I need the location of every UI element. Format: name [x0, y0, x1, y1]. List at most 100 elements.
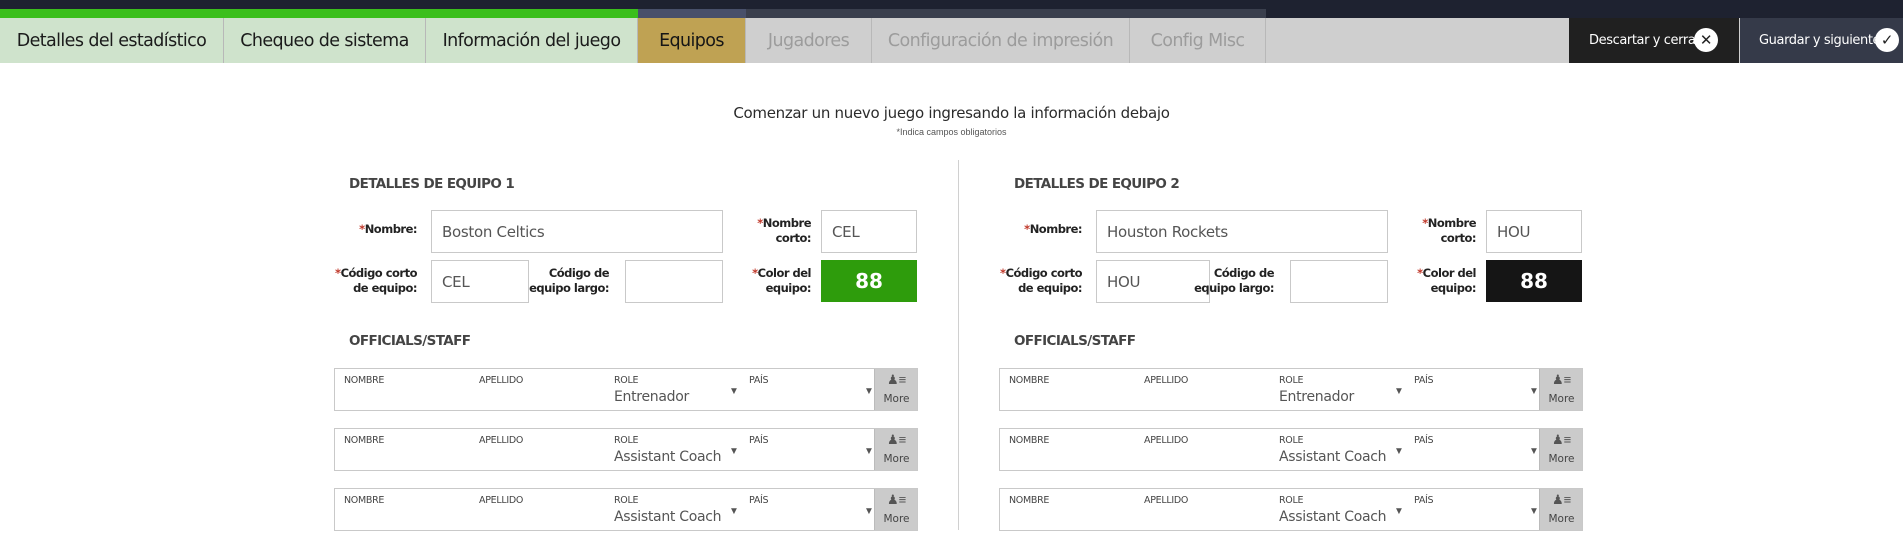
more-button[interactable]: ♟≡ More	[1539, 489, 1582, 530]
country-select[interactable]	[1414, 449, 1514, 467]
role-select[interactable]: Assistant Coach	[1279, 449, 1387, 465]
more-button[interactable]: ♟≡ More	[874, 369, 917, 410]
team-1-color-swatch[interactable]: 88	[821, 260, 917, 302]
more-button[interactable]: ♟≡ More	[874, 429, 917, 470]
check-icon: ✓	[1875, 28, 1899, 52]
role-select[interactable]: Assistant Coach	[614, 509, 722, 525]
role-select[interactable]: Assistant Coach	[1279, 509, 1387, 525]
last-name-input[interactable]	[1144, 389, 1264, 407]
person-list-icon: ♟≡	[887, 372, 907, 387]
team-1-short-code-label: *Código corto de equipo:	[335, 266, 417, 295]
chevron-down-icon[interactable]: ▼	[729, 386, 739, 397]
country-select[interactable]	[749, 389, 849, 407]
team-2-short-name-input[interactable]: HOU	[1486, 210, 1582, 253]
chevron-down-icon[interactable]: ▼	[864, 506, 874, 517]
first-name-label: NOMBRE	[1009, 495, 1050, 506]
chevron-down-icon[interactable]: ▼	[1529, 506, 1539, 517]
intro-title: Comenzar un nuevo juego ingresando la in…	[733, 104, 1170, 122]
team-2-long-code-label: Código de equipo largo:	[1194, 266, 1274, 295]
team-2-panel: DETALLES DE EQUIPO 2 *Nombre: Houston Ro…	[998, 0, 1598, 554]
country-label: PAÍS	[1414, 435, 1434, 446]
team-1-panel: DETALLES DE EQUIPO 1 *Nombre: Boston Cel…	[333, 0, 933, 554]
role-label: ROLE	[614, 435, 639, 446]
role-select[interactable]: Entrenador	[1279, 389, 1354, 405]
team-2-color-swatch[interactable]: 88	[1486, 260, 1582, 302]
person-list-icon: ♟≡	[887, 432, 907, 447]
save-and-next-button[interactable]: Guardar y siguiente ✓	[1740, 18, 1903, 63]
team-2-long-code-input[interactable]	[1290, 260, 1388, 303]
last-name-input[interactable]	[479, 449, 599, 467]
more-label: More	[1548, 393, 1575, 405]
more-button[interactable]: ♟≡ More	[874, 489, 917, 530]
last-name-input[interactable]	[479, 389, 599, 407]
country-select[interactable]	[749, 509, 849, 527]
team-1-short-name-label: *Nombre corto:	[757, 216, 811, 245]
first-name-input[interactable]	[344, 389, 464, 407]
last-name-input[interactable]	[479, 509, 599, 527]
staff-row: NOMBRE APELLIDO ROLE Assistant Coach ▼ PAÍS ▼ ♟…	[334, 428, 918, 471]
team-1-short-name-input[interactable]: CEL	[821, 210, 917, 253]
country-label: PAÍS	[749, 435, 769, 446]
country-select[interactable]	[1414, 389, 1514, 407]
more-button[interactable]: ♟≡ More	[1539, 369, 1582, 410]
team-1-name-input[interactable]: Boston Celtics	[431, 210, 723, 253]
team-2-name-input[interactable]: Houston Rockets	[1096, 210, 1388, 253]
person-list-icon: ♟≡	[1552, 432, 1572, 447]
chevron-down-icon[interactable]: ▼	[1394, 446, 1404, 457]
chevron-down-icon[interactable]: ▼	[864, 386, 874, 397]
first-name-input[interactable]	[344, 449, 464, 467]
app-window: Detalles del estadístico Chequeo de sist…	[0, 0, 1903, 554]
team-1-name-label: *Nombre:	[359, 222, 417, 236]
last-name-label: APELLIDO	[1144, 435, 1189, 446]
staff-row: NOMBRE APELLIDO ROLE Assistant Coach ▼ PAÍS ▼ ♟…	[999, 428, 1583, 471]
last-name-label: APELLIDO	[479, 495, 524, 506]
team-2-short-code-input[interactable]: HOU	[1096, 260, 1210, 303]
team-1-short-code-input[interactable]: CEL	[431, 260, 529, 303]
chevron-down-icon[interactable]: ▼	[729, 506, 739, 517]
role-select[interactable]: Entrenador	[614, 389, 689, 405]
country-select[interactable]	[749, 449, 849, 467]
team-2-short-name-label: *Nombre corto:	[1422, 216, 1476, 245]
country-label: PAÍS	[749, 375, 769, 386]
first-name-input[interactable]	[344, 509, 464, 527]
country-label: PAÍS	[749, 495, 769, 506]
team-1-title: DETALLES DE EQUIPO 1	[349, 176, 515, 192]
role-select[interactable]: Assistant Coach	[614, 449, 722, 465]
person-list-icon: ♟≡	[1552, 492, 1572, 507]
chevron-down-icon[interactable]: ▼	[729, 446, 739, 457]
first-name-input[interactable]	[1009, 449, 1129, 467]
chevron-down-icon[interactable]: ▼	[864, 446, 874, 457]
team-divider	[958, 160, 959, 530]
close-icon: ✕	[1694, 28, 1718, 52]
tab-statistician-details[interactable]: Detalles del estadístico	[0, 18, 224, 63]
first-name-label: NOMBRE	[344, 375, 385, 386]
country-select[interactable]	[1414, 509, 1514, 527]
first-name-label: NOMBRE	[344, 495, 385, 506]
chevron-down-icon[interactable]: ▼	[1529, 386, 1539, 397]
chevron-down-icon[interactable]: ▼	[1394, 386, 1404, 397]
more-label: More	[883, 513, 910, 525]
chevron-down-icon[interactable]: ▼	[1394, 506, 1404, 517]
staff-row: NOMBRE APELLIDO ROLE Entrenador ▼ PAÍS ▼ ♟≡ More	[334, 368, 918, 411]
save-label: Guardar y siguiente	[1759, 33, 1881, 48]
required-fields-note: *Indica campos obligatorios	[896, 127, 1007, 137]
first-name-input[interactable]	[1009, 389, 1129, 407]
role-label: ROLE	[1279, 495, 1304, 506]
person-list-icon: ♟≡	[1552, 372, 1572, 387]
last-name-input[interactable]	[1144, 509, 1264, 527]
last-name-label: APELLIDO	[1144, 375, 1189, 386]
first-name-input[interactable]	[1009, 509, 1129, 527]
team-1-staff-title: OFFICIALS/STAFF	[349, 333, 471, 349]
team-2-short-code-label: *Código corto de equipo:	[1000, 266, 1082, 295]
team-1-long-code-input[interactable]	[625, 260, 723, 303]
team-2-staff-title: OFFICIALS/STAFF	[1014, 333, 1136, 349]
team-2-title: DETALLES DE EQUIPO 2	[1014, 176, 1180, 192]
last-name-label: APELLIDO	[1144, 495, 1189, 506]
more-button[interactable]: ♟≡ More	[1539, 429, 1582, 470]
role-label: ROLE	[1279, 375, 1304, 386]
last-name-input[interactable]	[1144, 449, 1264, 467]
team-1-color-label: *Color del equipo:	[752, 266, 811, 295]
first-name-label: NOMBRE	[1009, 435, 1050, 446]
more-label: More	[1548, 513, 1575, 525]
chevron-down-icon[interactable]: ▼	[1529, 446, 1539, 457]
